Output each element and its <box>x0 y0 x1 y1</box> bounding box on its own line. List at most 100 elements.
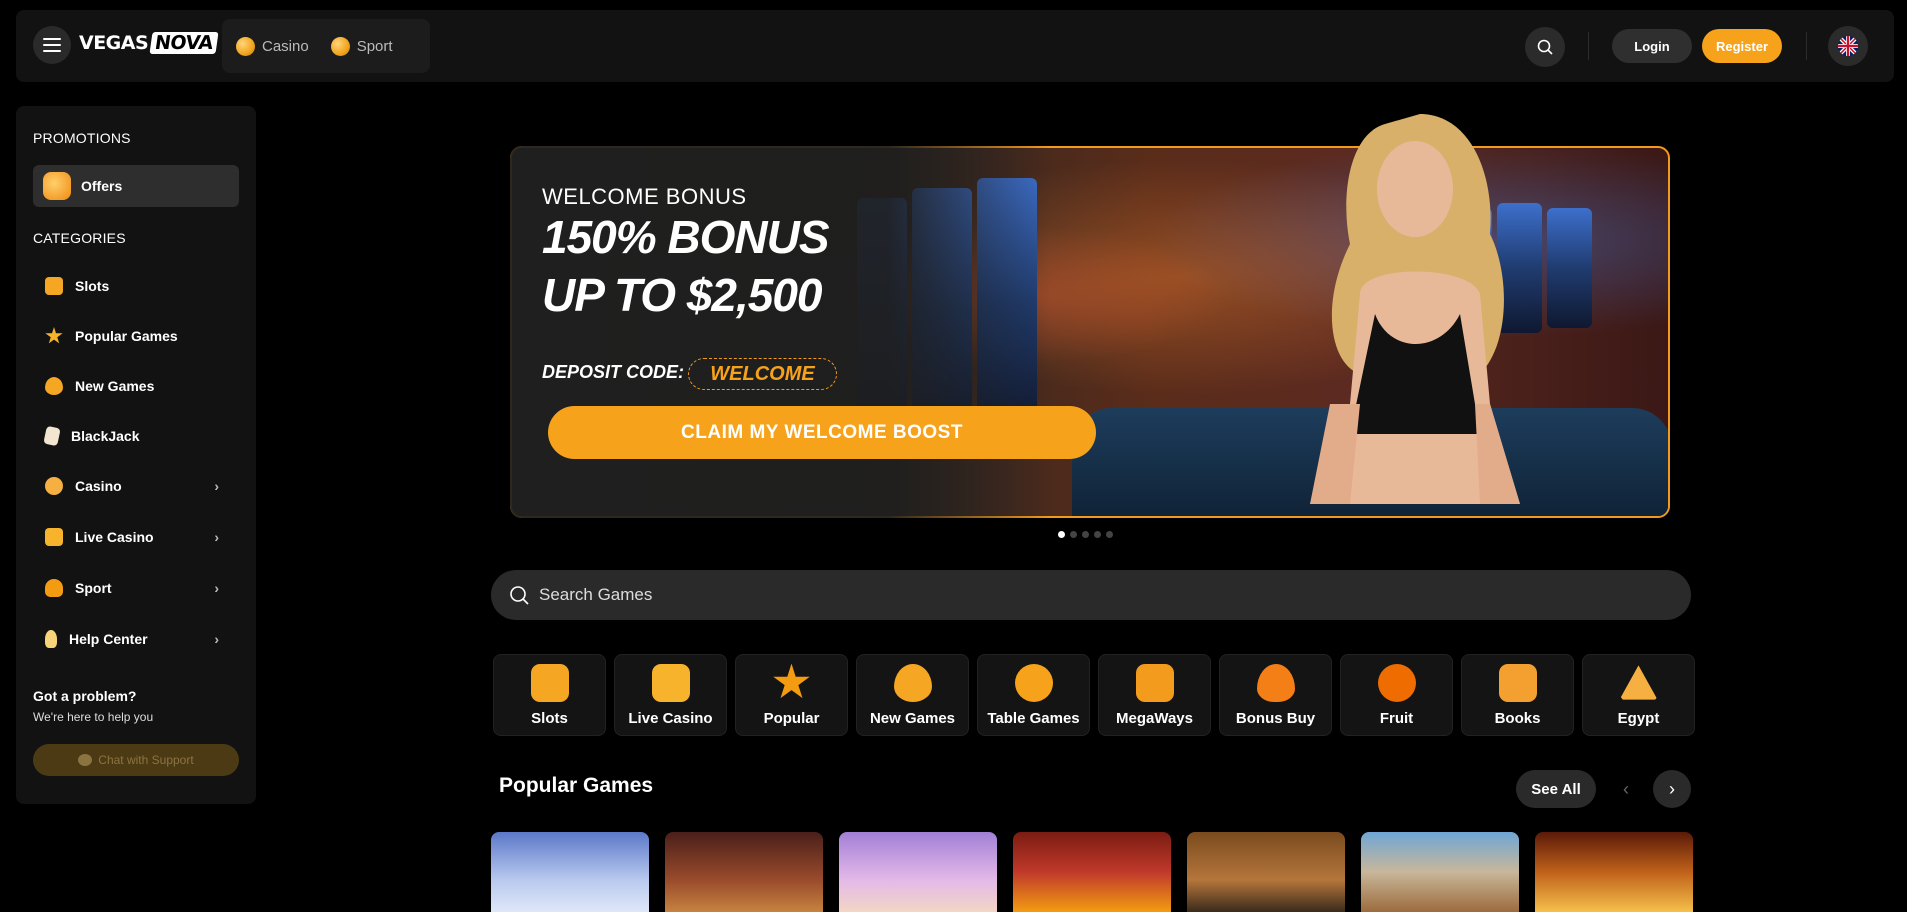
carousel-dot[interactable] <box>1070 531 1077 538</box>
sidebar-item-sport[interactable]: Sport › <box>33 568 239 608</box>
deposit-code-badge[interactable]: WELCOME <box>688 358 837 390</box>
sidebar-item-label: Live Casino <box>75 529 154 545</box>
login-button[interactable]: Login <box>1612 29 1692 63</box>
fruit-icon <box>1377 663 1416 702</box>
hero-headline-2: UP TO $2,500 <box>542 269 822 321</box>
sidebar-item-label: Slots <box>75 278 110 294</box>
hamburger-menu-button[interactable] <box>33 26 71 64</box>
sidebar-item-live-casino[interactable]: Live Casino › <box>33 517 239 557</box>
search-icon <box>1537 39 1553 55</box>
sidebar-item-new-games[interactable]: New Games <box>33 366 239 406</box>
see-all-button[interactable]: See All <box>1516 770 1596 808</box>
chevron-left-icon: ‹ <box>1623 778 1629 799</box>
search-icon <box>510 586 529 605</box>
category-tile-fruit[interactable]: Fruit <box>1340 654 1453 736</box>
category-tile-live-casino[interactable]: Live Casino <box>614 654 727 736</box>
megaways-icon <box>1135 663 1174 702</box>
popular-games-heading: Popular Games <box>499 774 654 797</box>
category-tile-bonus-buy[interactable]: Bonus Buy <box>1219 654 1332 736</box>
carousel-dot[interactable] <box>1106 531 1113 538</box>
game-category-tiles: Slots Live Casino Popular New Games Tabl… <box>493 654 1695 736</box>
mode-casino-label: Casino <box>262 37 309 55</box>
sidebar-item-label: New Games <box>75 378 155 394</box>
sidebar-item-popular-games[interactable]: Popular Games <box>33 316 239 356</box>
chevron-right-icon: › <box>214 478 219 494</box>
slots-icon <box>45 277 63 295</box>
chevron-right-icon: › <box>1669 778 1675 799</box>
bulb-icon <box>45 630 57 648</box>
sidebar-item-label: Help Center <box>69 631 148 647</box>
chat-support-button[interactable]: Chat with Support <box>33 744 239 776</box>
chat-support-label: Chat with Support <box>98 753 194 767</box>
category-tile-books[interactable]: Books <box>1461 654 1574 736</box>
game-thumbnail[interactable] <box>1187 832 1345 912</box>
live-casino-icon <box>45 528 63 546</box>
tile-label: Table Games <box>987 709 1080 727</box>
category-tile-table-games[interactable]: Table Games <box>977 654 1090 736</box>
offers-gift-icon <box>43 172 71 200</box>
sidebar-item-slots[interactable]: Slots <box>33 266 239 306</box>
claim-bonus-button[interactable]: CLAIM MY WELCOME BOOST <box>548 406 1096 459</box>
carousel-dots <box>1058 531 1113 538</box>
hostess-image <box>1310 114 1520 504</box>
logo-text-nova: NOVA <box>149 32 219 54</box>
mode-sport-label: Sport <box>356 37 393 55</box>
book-icon <box>1498 663 1537 702</box>
mode-switch: Casino Sport <box>222 19 430 73</box>
category-tile-popular[interactable]: Popular <box>735 654 848 736</box>
tile-label: Popular <box>763 709 820 727</box>
category-tile-egypt[interactable]: Egypt <box>1582 654 1695 736</box>
game-thumbnail[interactable] <box>1535 832 1693 912</box>
chip-icon <box>1014 663 1053 702</box>
carousel-prev-button[interactable]: ‹ <box>1607 770 1645 808</box>
star-icon <box>773 663 810 699</box>
hero-headline-1: 150% BONUS <box>542 211 830 263</box>
language-button[interactable] <box>1828 26 1868 66</box>
game-thumbnail[interactable] <box>1361 832 1519 912</box>
tile-label: Bonus Buy <box>1235 709 1316 727</box>
hamburger-icon <box>43 38 61 52</box>
pyramid-icon <box>1619 665 1658 700</box>
logo[interactable]: VEGAS NOVA <box>79 32 219 54</box>
live-casino-icon <box>651 663 690 702</box>
carousel-next-button[interactable]: › <box>1653 770 1691 808</box>
sidebar-item-casino[interactable]: Casino › <box>33 466 239 506</box>
game-thumbnail[interactable] <box>839 832 997 912</box>
sidebar-item-label: Popular Games <box>75 328 178 344</box>
sport-ball-icon <box>330 36 350 56</box>
carousel-dot[interactable] <box>1094 531 1101 538</box>
game-search-input[interactable] <box>539 585 1639 605</box>
game-thumbnail[interactable] <box>491 832 649 912</box>
sidebar-item-offers[interactable]: Offers <box>33 165 239 207</box>
sport-icon <box>45 579 63 597</box>
category-tile-megaways[interactable]: MegaWays <box>1098 654 1211 736</box>
tile-label: Fruit <box>1379 709 1414 727</box>
sidebar-item-help-center[interactable]: Help Center › <box>33 619 239 659</box>
tile-label: Egypt <box>1617 709 1660 727</box>
tile-label: New Games <box>869 709 956 727</box>
sidebar-item-label: BlackJack <box>71 428 140 444</box>
offers-label: Offers <box>81 178 123 194</box>
mode-casino[interactable]: Casino <box>236 36 309 56</box>
carousel-dot[interactable] <box>1058 531 1065 538</box>
casino-coin-icon <box>236 36 255 56</box>
sidebar-item-blackjack[interactable]: BlackJack <box>33 416 239 456</box>
sidebar: PROMOTIONS Offers CATEGORIES Slots Popul… <box>16 106 256 804</box>
category-tile-new-games[interactable]: New Games <box>856 654 969 736</box>
divider <box>1588 32 1589 60</box>
tile-label: Live Casino <box>628 709 713 727</box>
uk-flag-icon <box>1838 36 1858 56</box>
carousel-dot[interactable] <box>1082 531 1089 538</box>
register-button[interactable]: Register <box>1702 29 1782 63</box>
tile-label: Slots <box>531 709 568 727</box>
tile-label: Books <box>1494 709 1541 727</box>
chat-bubble-icon <box>78 754 93 766</box>
category-tile-slots[interactable]: Slots <box>493 654 606 736</box>
tile-label: MegaWays <box>1116 709 1193 727</box>
header-search-button[interactable] <box>1525 27 1565 67</box>
mode-sport[interactable]: Sport <box>330 36 393 56</box>
game-thumbnail[interactable] <box>1013 832 1171 912</box>
sidebar-item-label: Sport <box>75 580 112 596</box>
chevron-right-icon: › <box>214 529 219 545</box>
game-thumbnail[interactable] <box>665 832 823 912</box>
